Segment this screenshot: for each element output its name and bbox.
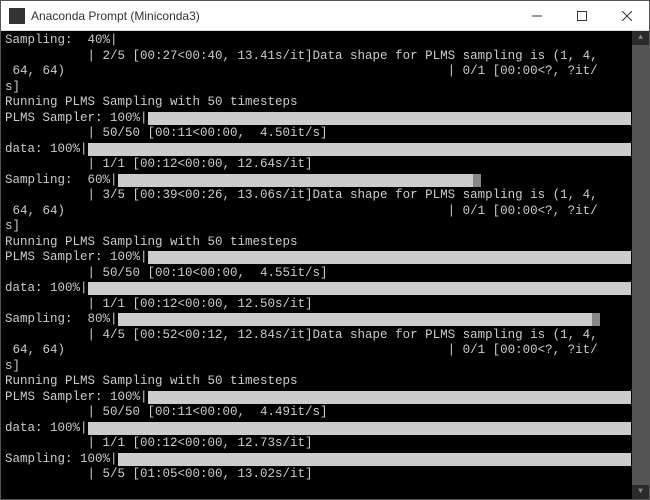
- progress-bar: [118, 174, 473, 187]
- terminal-line: | 1/1 [00:12<00:00, 12.64s/it]: [5, 157, 631, 173]
- terminal-line: PLMS Sampler: 100%|: [5, 111, 631, 127]
- close-button[interactable]: [604, 1, 649, 30]
- terminal-line: PLMS Sampler: 100%|: [5, 250, 631, 266]
- terminal-line: data: 100%|: [5, 281, 631, 297]
- scroll-up-icon[interactable]: ▲: [632, 31, 649, 45]
- terminal-line: Running PLMS Sampling with 50 timesteps: [5, 374, 631, 390]
- scroll-down-icon[interactable]: ▼: [632, 485, 649, 499]
- terminal-line: | 5/5 [01:05<00:00, 13.02s/it]: [5, 467, 631, 483]
- terminal-line: Running PLMS Sampling with 50 timesteps: [5, 95, 631, 111]
- terminal-line: | 1/1 [00:12<00:00, 12.50s/it]: [5, 297, 631, 313]
- progress-bar: [118, 313, 592, 326]
- progress-bar: [118, 453, 631, 466]
- minimize-button[interactable]: [514, 1, 559, 30]
- terminal-content: Sampling: 40%| | 2/5 [00:27<00:40, 13.41…: [5, 33, 631, 483]
- terminal-line: | 4/5 [00:52<00:12, 12.84s/it]Data shape…: [5, 328, 631, 344]
- terminal-line: | 50/50 [00:11<00:00, 4.49it/s]: [5, 405, 631, 421]
- terminal-line: 64, 64) | 0/1 [00:00<?, ?it/: [5, 204, 631, 220]
- window-controls: [514, 1, 649, 30]
- terminal-line: 64, 64) | 0/1 [00:00<?, ?it/: [5, 343, 631, 359]
- terminal-line: | 50/50 [00:11<00:00, 4.50it/s]: [5, 126, 631, 142]
- window-title: Anaconda Prompt (Miniconda3): [31, 9, 514, 23]
- maximize-button[interactable]: [559, 1, 604, 30]
- progress-bar: [148, 112, 631, 125]
- terminal-line: | 3/5 [00:39<00:26, 13.06s/it]Data shape…: [5, 188, 631, 204]
- titlebar[interactable]: Anaconda Prompt (Miniconda3): [1, 1, 649, 31]
- terminal-line: s]: [5, 80, 631, 96]
- progress-bar: [148, 391, 631, 404]
- progress-bar: [88, 282, 631, 295]
- terminal-area[interactable]: Sampling: 40%| | 2/5 [00:27<00:40, 13.41…: [1, 31, 649, 499]
- terminal-line: 64, 64) | 0/1 [00:00<?, ?it/: [5, 64, 631, 80]
- terminal-line: s]: [5, 359, 631, 375]
- progress-bar: [88, 422, 631, 435]
- terminal-line: Sampling: 60%|: [5, 173, 631, 189]
- vertical-scrollbar[interactable]: ▲ ▼: [632, 31, 649, 499]
- terminal-line: data: 100%|: [5, 421, 631, 437]
- terminal-line: data: 100%|: [5, 142, 631, 158]
- progress-bar: [148, 251, 631, 264]
- app-window: Anaconda Prompt (Miniconda3) Sampling: 4…: [0, 0, 650, 500]
- progress-bar: [88, 143, 631, 156]
- terminal-line: Sampling: 100%|: [5, 452, 631, 468]
- scroll-thumb[interactable]: [632, 45, 649, 485]
- app-icon: [9, 8, 25, 24]
- terminal-line: Sampling: 40%|: [5, 33, 631, 49]
- terminal-line: | 50/50 [00:10<00:00, 4.55it/s]: [5, 266, 631, 282]
- terminal-line: Sampling: 80%|: [5, 312, 631, 328]
- terminal-line: PLMS Sampler: 100%|: [5, 390, 631, 406]
- terminal-line: | 2/5 [00:27<00:40, 13.41s/it]Data shape…: [5, 49, 631, 65]
- terminal-line: s]: [5, 219, 631, 235]
- terminal-line: | 1/1 [00:12<00:00, 12.73s/it]: [5, 436, 631, 452]
- terminal-line: Running PLMS Sampling with 50 timesteps: [5, 235, 631, 251]
